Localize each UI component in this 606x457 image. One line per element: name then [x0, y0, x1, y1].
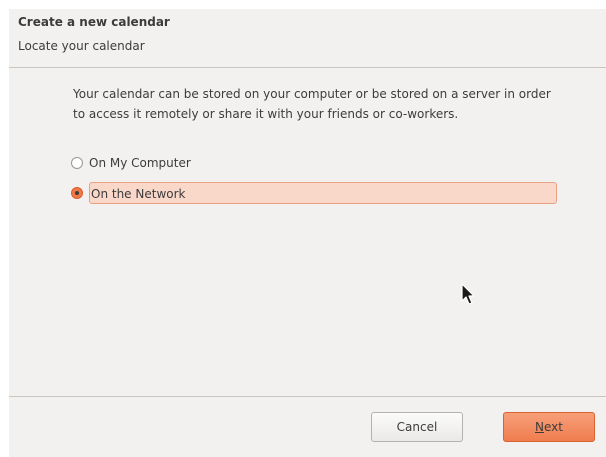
radio-on-the-network[interactable]: On the Network — [71, 181, 557, 205]
create-calendar-dialog: Create a new calendar Locate your calend… — [9, 9, 606, 457]
footer-divider — [9, 396, 606, 397]
mouse-pointer-icon — [461, 283, 475, 305]
wizard-step-subtitle: Locate your calendar — [18, 39, 145, 53]
radio-unchecked-icon[interactable] — [71, 157, 83, 169]
next-button[interactable]: Next — [503, 412, 595, 442]
radio-checked-icon[interactable] — [71, 187, 83, 199]
cancel-button[interactable]: Cancel — [371, 412, 463, 442]
wizard-title: Create a new calendar — [18, 15, 170, 29]
storage-description: Your calendar can be stored on your comp… — [73, 87, 551, 121]
radio-on-my-computer[interactable]: On My Computer — [71, 153, 191, 173]
radio-label-on-the-network[interactable]: On the Network — [89, 182, 557, 204]
next-label-rest: ext — [544, 420, 563, 434]
header-divider — [9, 67, 606, 68]
radio-label-on-my-computer[interactable]: On My Computer — [89, 156, 191, 170]
wizard-header: Create a new calendar Locate your calend… — [9, 9, 606, 67]
next-access-key: N — [535, 420, 544, 434]
